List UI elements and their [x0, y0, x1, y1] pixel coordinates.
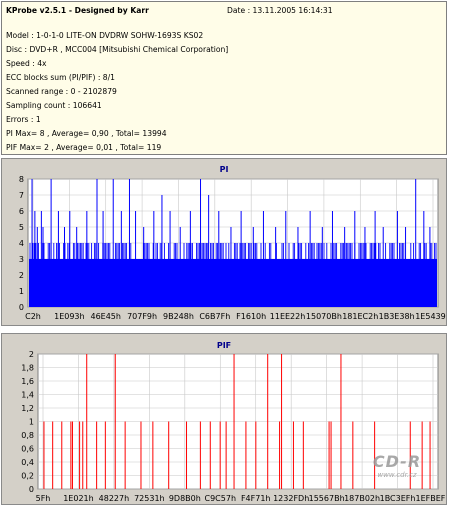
x-tick-label: 707F9h	[127, 312, 157, 321]
x-tick-label: 48227h	[99, 494, 130, 503]
cdr-watermark: CD-R www.cdr.cz	[362, 452, 432, 492]
info-panel: KProbe v2.5.1 - Designed by Karr Date : …	[1, 1, 447, 155]
x-tick-label: 15567Bh	[309, 494, 345, 503]
cdr-site: www.cdr.cz	[377, 471, 417, 479]
x-tick-label: F1610h	[236, 312, 266, 321]
x-tick-label: 1E5439h	[415, 312, 446, 321]
y-tick-label: 8	[19, 175, 24, 184]
info-pif-stats: PIF Max= 2 , Average= 0,01 , Total= 119	[6, 143, 162, 152]
x-tick-label: 9D8B0h	[169, 494, 201, 503]
x-tick-label: 1232FDh	[273, 494, 309, 503]
y-tick-label: 1	[19, 287, 24, 296]
y-tick-label: 4	[19, 239, 24, 248]
x-tick-label: 46E45h	[90, 312, 120, 321]
info-pi-stats: PI Max= 8 , Average= 0,90 , Total= 13994	[6, 129, 167, 138]
x-tick-label: 1B3E38h	[379, 312, 415, 321]
info-sampling-count: Sampling count : 106641	[6, 101, 102, 110]
x-tick-label: 1E093h	[54, 312, 84, 321]
y-tick-label: 1	[29, 418, 34, 427]
x-tick-label: 1BC3EFh	[380, 494, 416, 503]
info-speed: Speed : 4x	[6, 59, 47, 68]
pi-chart-panel: PI 0 1 2 3 4 5 6 7 8 C2h 1E093h 46E45h 707F9h 9B248h C…	[1, 158, 447, 326]
x-tick-label: C9C57h	[205, 494, 237, 503]
y-tick-label: 2	[29, 350, 34, 359]
pif-chart-panel: PIF 0 0,2 0,4 0,6 0,8 1 1,2 1,4 1,6 1,8 2 5Fh 1E021h…	[1, 333, 447, 505]
info-scanned-range: Scanned range : 0 - 2102879	[6, 87, 117, 96]
y-tick-label: 5	[19, 223, 24, 232]
x-tick-label: 72531h	[134, 494, 165, 503]
cdr-logo: CD-R	[372, 452, 422, 471]
y-tick-label: 6	[19, 207, 24, 216]
y-tick-label: 1,6	[21, 377, 34, 386]
x-tick-label: 5Fh	[36, 494, 51, 503]
x-tick-label: 181EC2h	[342, 312, 378, 321]
x-tick-label: 9B248h	[163, 312, 194, 321]
y-tick-label: 0	[19, 303, 24, 312]
y-tick-label: 7	[19, 191, 24, 200]
y-tick-label: 1,2	[21, 404, 34, 413]
scan-date: Date : 13.11.2005 16:14:31	[227, 6, 333, 15]
x-tick-label: C6B7Fh	[199, 312, 230, 321]
x-tick-label: F4F71h	[241, 494, 271, 503]
y-tick-label: 0,4	[21, 458, 34, 467]
info-model: Model : 1-0-1-0 LITE-ON DVDRW SOHW-1693S…	[6, 31, 204, 40]
kprobe-window: KProbe v2.5.1 - Designed by Karr Date : …	[0, 0, 450, 505]
info-errors: Errors : 1	[6, 115, 41, 124]
info-disc: Disc : DVD+R , MCC004 [Mitsubishi Chemic…	[6, 45, 229, 54]
x-tick-label: 1EFBEFh	[416, 494, 446, 503]
x-tick-label: 15070Bh	[306, 312, 342, 321]
info-ecc-blocks: ECC blocks sum (PI/PIF) : 8/1	[6, 73, 116, 82]
y-tick-label: 1,4	[21, 391, 34, 400]
y-tick-label: 1,8	[21, 364, 34, 373]
x-tick-label: C2h	[25, 312, 41, 321]
y-tick-label: 3	[19, 255, 24, 264]
pi-chart: 0 1 2 3 4 5 6 7 8 C2h 1E093h 46E45h 707F9h 9B248h C6B7…	[19, 175, 446, 321]
y-tick-label: 0,2	[21, 472, 34, 481]
y-tick-label: 2	[19, 271, 24, 280]
y-tick-label: 0,6	[21, 445, 34, 454]
y-tick-label: 0	[29, 485, 34, 494]
pi-baseline-band	[29, 259, 437, 307]
x-tick-label: 11EE22h	[270, 312, 306, 321]
x-tick-label: 1E021h	[63, 494, 93, 503]
app-title: KProbe v2.5.1 - Designed by Karr	[6, 6, 149, 15]
y-tick-label: 0,8	[21, 431, 34, 440]
x-tick-label: 187B02h	[344, 494, 380, 503]
